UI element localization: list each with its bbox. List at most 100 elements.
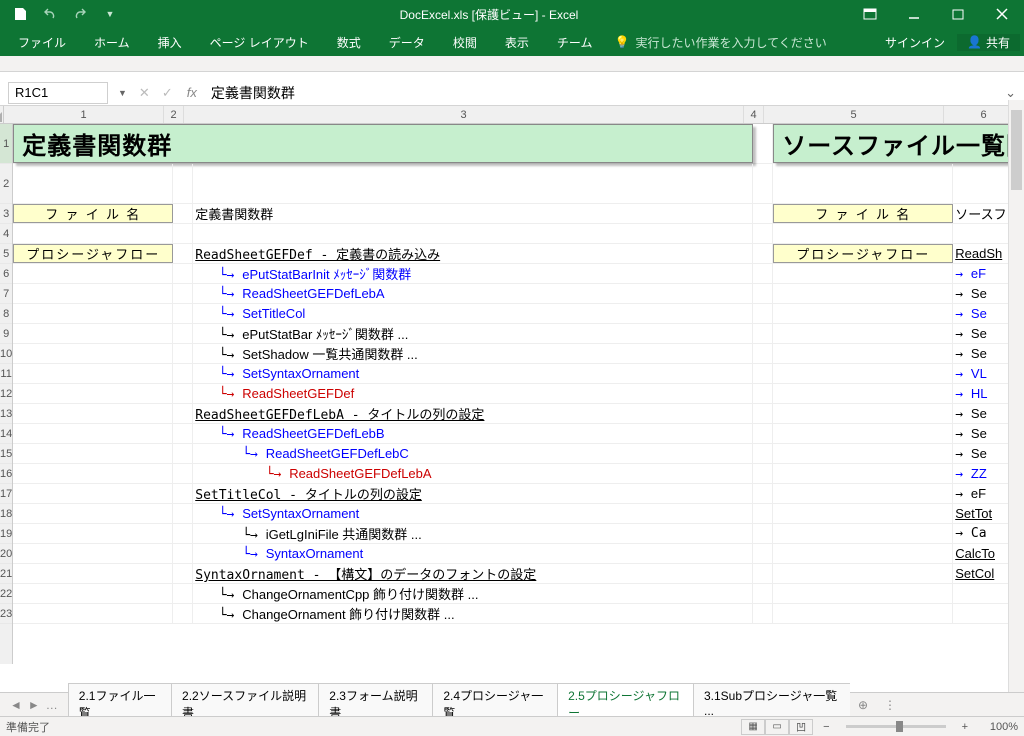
cell[interactable]: └→ ChangeOrnamentCpp 飾り付け関数群 ... bbox=[193, 584, 753, 603]
row-header[interactable]: 5 bbox=[0, 244, 12, 264]
row-header[interactable]: 21 bbox=[0, 564, 12, 584]
normal-view-button[interactable]: ▦ bbox=[741, 719, 765, 735]
minimize-button[interactable] bbox=[892, 0, 936, 28]
row-header[interactable]: 7 bbox=[0, 284, 12, 304]
cell[interactable] bbox=[173, 424, 193, 443]
tab-more-icon[interactable]: … bbox=[46, 698, 58, 712]
cell[interactable] bbox=[193, 164, 753, 203]
cell[interactable] bbox=[753, 304, 773, 323]
row-header[interactable]: 9 bbox=[0, 324, 12, 344]
cell[interactable] bbox=[773, 304, 953, 323]
cell[interactable] bbox=[773, 564, 953, 583]
cell[interactable]: └→ SetShadow 一覧共通関数群 ... bbox=[193, 344, 753, 363]
cell[interactable] bbox=[13, 504, 173, 523]
cell[interactable] bbox=[773, 544, 953, 563]
cell[interactable] bbox=[753, 284, 773, 303]
name-box-dropdown-icon[interactable]: ▼ bbox=[114, 88, 131, 98]
save-icon[interactable] bbox=[6, 2, 34, 26]
close-button[interactable] bbox=[980, 0, 1024, 28]
cell[interactable] bbox=[773, 444, 953, 463]
page-layout-view-button[interactable]: ▭ bbox=[765, 719, 789, 735]
tell-me-search[interactable]: 💡 実行したい作業を入力してください bbox=[606, 34, 834, 51]
add-sheet-button[interactable]: ⊕ bbox=[850, 698, 876, 712]
cell[interactable] bbox=[173, 304, 193, 323]
ribbon-tab[interactable]: ページ レイアウト bbox=[196, 28, 323, 56]
undo-icon[interactable] bbox=[36, 2, 64, 26]
row-header[interactable]: 16 bbox=[0, 464, 12, 484]
cell[interactable] bbox=[753, 504, 773, 523]
ribbon-tab[interactable]: ホーム bbox=[80, 28, 144, 56]
cell[interactable] bbox=[173, 544, 193, 563]
cell[interactable] bbox=[173, 344, 193, 363]
spreadsheet-grid[interactable]: 1234567891011121314151617181920212223 定義… bbox=[0, 124, 1024, 664]
cell[interactable] bbox=[753, 484, 773, 503]
cell[interactable] bbox=[773, 344, 953, 363]
row-header[interactable]: 22 bbox=[0, 584, 12, 604]
accept-formula-icon[interactable]: ✓ bbox=[162, 85, 173, 101]
cell[interactable] bbox=[773, 584, 953, 603]
row-header[interactable]: 10 bbox=[0, 344, 12, 364]
cell[interactable] bbox=[13, 564, 173, 583]
page-break-view-button[interactable]: 凹 bbox=[789, 719, 813, 735]
cell[interactable] bbox=[753, 224, 773, 243]
cell[interactable] bbox=[773, 264, 953, 283]
qat-customize-icon[interactable]: ▼ bbox=[96, 2, 124, 26]
redo-icon[interactable] bbox=[66, 2, 94, 26]
cell[interactable] bbox=[13, 544, 173, 563]
cell[interactable]: └→ ReadSheetGEFDefLebA bbox=[193, 284, 753, 303]
ribbon-tab[interactable]: チーム bbox=[543, 28, 607, 56]
row-header[interactable]: 17 bbox=[0, 484, 12, 504]
cell[interactable]: プロシージャフロー bbox=[773, 244, 953, 263]
ribbon-tab[interactable]: データ bbox=[375, 28, 439, 56]
cell[interactable] bbox=[753, 444, 773, 463]
ribbon-tab[interactable]: 校閲 bbox=[439, 28, 491, 56]
cell[interactable] bbox=[13, 264, 173, 283]
cell[interactable] bbox=[753, 344, 773, 363]
cell[interactable] bbox=[773, 424, 953, 443]
cell[interactable] bbox=[753, 204, 773, 223]
cell[interactable]: └→ ReadSheetGEFDefLebC bbox=[193, 444, 753, 463]
cell[interactable] bbox=[13, 324, 173, 343]
cell[interactable]: └→ SetSyntaxOrnament bbox=[193, 364, 753, 383]
zoom-in-button[interactable]: + bbox=[962, 721, 968, 733]
cell[interactable]: └→ ReadSheetGEFDefLebA bbox=[193, 464, 753, 483]
cell[interactable] bbox=[753, 424, 773, 443]
column-header[interactable]: 5 bbox=[764, 106, 944, 123]
cell[interactable] bbox=[753, 584, 773, 603]
cell[interactable] bbox=[173, 224, 193, 243]
cell[interactable]: フ ァ イ ル 名 bbox=[773, 204, 953, 223]
row-header[interactable]: 1 bbox=[0, 124, 12, 164]
cell[interactable] bbox=[773, 404, 953, 423]
cell[interactable] bbox=[13, 584, 173, 603]
column-header[interactable]: 4 bbox=[744, 106, 764, 123]
cell[interactable] bbox=[173, 564, 193, 583]
cell[interactable]: SyntaxOrnament - 【構文】のデータのフォントの設定 bbox=[193, 564, 753, 583]
cell[interactable]: └→ SetSyntaxOrnament bbox=[193, 504, 753, 523]
cell[interactable] bbox=[13, 464, 173, 483]
cell[interactable] bbox=[773, 604, 953, 623]
formula-input[interactable]: 定義書関数群 bbox=[203, 81, 997, 105]
cell[interactable] bbox=[753, 544, 773, 563]
vertical-scrollbar[interactable] bbox=[1008, 100, 1024, 692]
row-header[interactable]: 11 bbox=[0, 364, 12, 384]
column-header[interactable]: 3 bbox=[184, 106, 744, 123]
cancel-formula-icon[interactable]: ✕ bbox=[139, 85, 150, 101]
cell[interactable] bbox=[773, 384, 953, 403]
cell[interactable] bbox=[13, 284, 173, 303]
cell[interactable] bbox=[753, 324, 773, 343]
cell[interactable] bbox=[753, 404, 773, 423]
ribbon-tab[interactable]: 挿入 bbox=[144, 28, 196, 56]
cell[interactable] bbox=[773, 504, 953, 523]
row-header[interactable]: 13 bbox=[0, 404, 12, 424]
cell[interactable] bbox=[773, 484, 953, 503]
signin-link[interactable]: サインイン bbox=[873, 34, 957, 51]
cell[interactable]: ReadSheetGEFDefLebA - タイトルの列の設定 bbox=[193, 404, 753, 423]
cell[interactable] bbox=[13, 224, 173, 243]
row-header[interactable]: 2 bbox=[0, 164, 12, 204]
cell[interactable] bbox=[173, 464, 193, 483]
tab-nav[interactable]: ◄►… bbox=[0, 698, 68, 712]
ribbon-tab[interactable]: ファイル bbox=[4, 28, 80, 56]
cell[interactable] bbox=[753, 464, 773, 483]
fx-icon[interactable]: fx bbox=[181, 85, 203, 100]
cell[interactable] bbox=[173, 384, 193, 403]
